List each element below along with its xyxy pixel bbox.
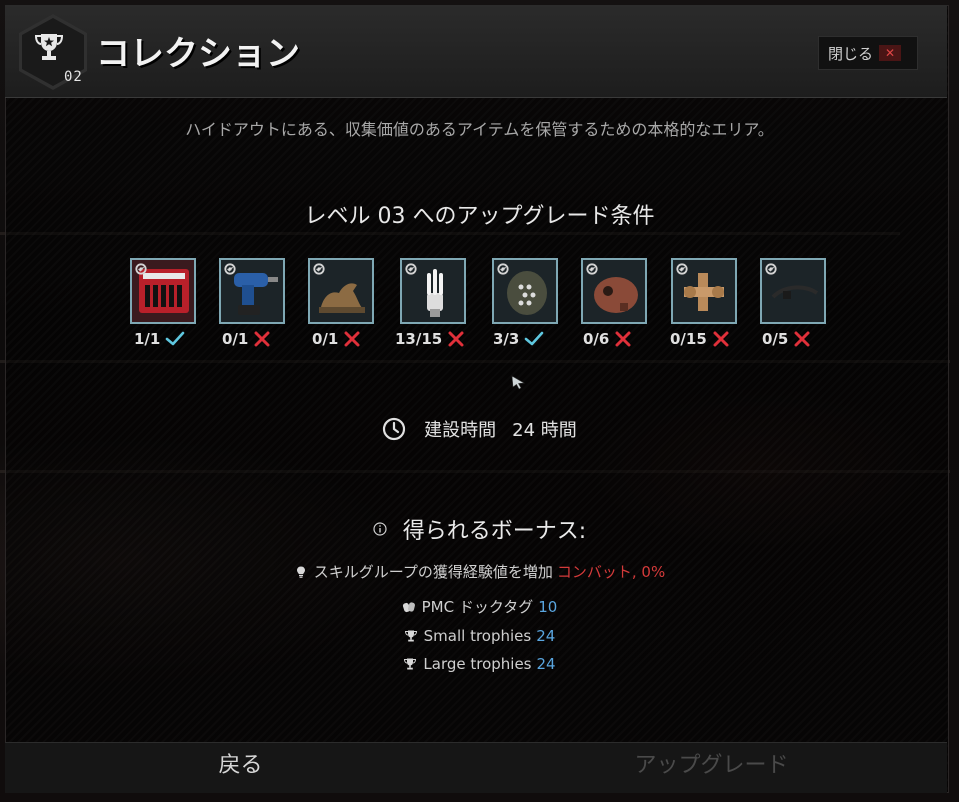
requirement-item-frame bbox=[130, 258, 196, 324]
checkmark-icon bbox=[166, 331, 185, 346]
requirement-count-text: 0/6 bbox=[583, 330, 610, 348]
bonuses-heading-row: 得られるボーナス: bbox=[0, 513, 959, 545]
requirement-item-frame bbox=[671, 258, 737, 324]
bonus-skill-value: コンバット, 0% bbox=[556, 563, 666, 581]
requirement-item[interactable] bbox=[492, 258, 558, 324]
requirement-item-frame bbox=[581, 258, 647, 324]
found-in-raid-icon bbox=[676, 263, 688, 275]
requirement-count-text: 0/15 bbox=[670, 330, 707, 348]
requirement-count: 0/6 bbox=[583, 330, 632, 348]
cross-icon bbox=[448, 331, 464, 347]
requirement-count: 3/3 bbox=[493, 330, 544, 348]
requirement-count: 0/1 bbox=[312, 330, 361, 348]
found-in-raid-icon bbox=[313, 263, 325, 275]
cross-icon bbox=[254, 331, 270, 347]
requirement-item[interactable] bbox=[760, 258, 826, 324]
area-level-badge: 02 bbox=[64, 69, 83, 85]
requirement-item[interactable] bbox=[581, 258, 647, 324]
requirement-count: 0/15 bbox=[670, 330, 730, 348]
requirement-count: 0/5 bbox=[762, 330, 811, 348]
requirement-item[interactable] bbox=[130, 258, 196, 324]
build-time-value: 24 時間 bbox=[512, 420, 577, 441]
close-icon: ✕ bbox=[879, 45, 902, 61]
found-in-raid-icon bbox=[135, 263, 147, 275]
page-title: コレクション bbox=[96, 34, 300, 74]
bonus-large-trophies-value: 24 bbox=[536, 655, 556, 673]
bonuses-heading: 得られるボーナス: bbox=[402, 519, 587, 544]
requirement-item[interactable] bbox=[308, 258, 374, 324]
requirement-count-text: 3/3 bbox=[493, 330, 520, 348]
area-description: ハイドアウトにある、収集価値のあるアイテムを保管するための本格的なエリア。 bbox=[185, 120, 774, 139]
requirement-item[interactable] bbox=[219, 258, 285, 324]
bonus-large-trophies-text: Large trophies bbox=[423, 655, 532, 673]
clock-icon bbox=[383, 417, 406, 441]
bonus-small-trophies-value: 24 bbox=[536, 627, 556, 645]
bonus-small-trophies-text: Small trophies bbox=[423, 627, 532, 645]
requirement-count-text: 0/5 bbox=[762, 330, 789, 348]
back-button[interactable]: 戻る bbox=[5, 742, 476, 792]
cross-icon bbox=[344, 331, 360, 347]
build-time-label: 建設時間 bbox=[424, 420, 497, 441]
bonus-line-large-trophies: Large trophies 24 bbox=[0, 655, 959, 673]
requirement-count-text: 1/1 bbox=[134, 330, 161, 348]
cross-icon bbox=[794, 331, 810, 347]
checkmark-icon bbox=[525, 331, 544, 346]
bonus-dogtag-value: 10 bbox=[538, 597, 558, 616]
cross-icon bbox=[713, 331, 729, 347]
requirement-count: 1/1 bbox=[134, 330, 185, 348]
trophy-icon bbox=[34, 34, 64, 60]
requirement-count-text: 13/15 bbox=[395, 330, 443, 348]
trophy-icon bbox=[404, 630, 417, 642]
requirement-count: 0/1 bbox=[222, 330, 271, 348]
upgrade-requirements-heading: レベル 03 へのアップグレード条件 bbox=[304, 204, 655, 229]
requirement-item-frame bbox=[760, 258, 826, 324]
requirement-item-frame bbox=[219, 258, 285, 324]
close-button[interactable]: 閉じる ✕ bbox=[818, 36, 918, 70]
bonus-line-dogtag: PMC ドックタグ 10 bbox=[0, 596, 959, 617]
cross-icon bbox=[615, 331, 631, 347]
requirement-count-text: 0/1 bbox=[222, 330, 249, 348]
requirement-count: 13/15 bbox=[395, 330, 465, 348]
found-in-raid-icon bbox=[586, 263, 598, 275]
requirement-item-frame bbox=[308, 258, 374, 324]
found-in-raid-icon bbox=[765, 263, 777, 275]
close-label: 閉じる bbox=[828, 44, 874, 63]
bonus-skill-text: スキルグループの獲得経験値を増加 bbox=[313, 563, 553, 581]
info-icon bbox=[373, 522, 387, 536]
mouse-cursor-icon bbox=[511, 375, 525, 390]
lightbulb-icon bbox=[296, 566, 305, 578]
requirement-item[interactable] bbox=[671, 258, 737, 324]
requirement-count-text: 0/1 bbox=[312, 330, 339, 348]
build-time-row: 建設時間 24 時間 bbox=[0, 416, 959, 442]
requirement-item-frame bbox=[492, 258, 558, 324]
bonus-line-skill: スキルグループの獲得経験値を増加 コンバット, 0% bbox=[0, 561, 959, 582]
dogtag-icon bbox=[402, 601, 415, 612]
found-in-raid-icon bbox=[224, 263, 236, 275]
requirement-item[interactable] bbox=[400, 258, 466, 324]
found-in-raid-icon bbox=[405, 263, 417, 275]
trophy-icon bbox=[404, 658, 417, 670]
upgrade-button: アップグレード bbox=[634, 753, 789, 778]
found-in-raid-icon bbox=[497, 263, 509, 275]
bonus-dogtag-text: PMC ドックタグ bbox=[421, 598, 534, 616]
requirement-item-frame bbox=[400, 258, 466, 324]
bonus-line-small-trophies: Small trophies 24 bbox=[0, 627, 959, 645]
